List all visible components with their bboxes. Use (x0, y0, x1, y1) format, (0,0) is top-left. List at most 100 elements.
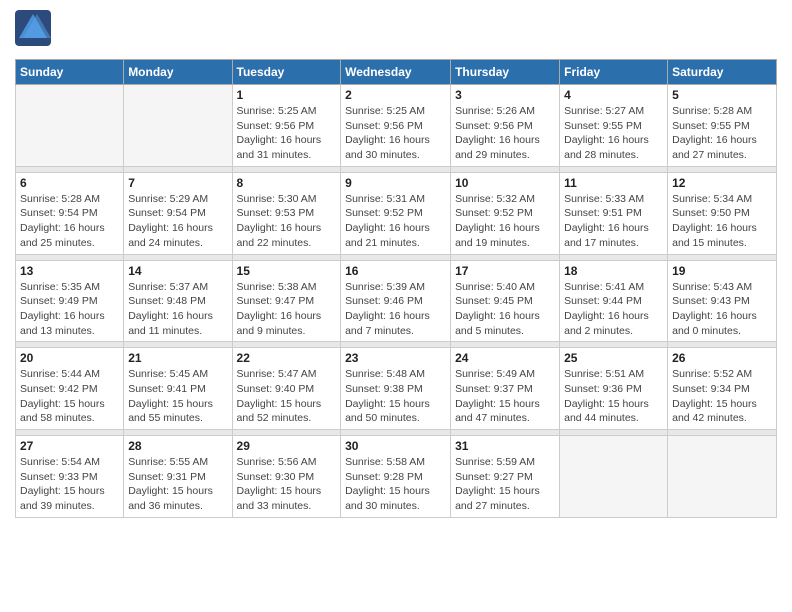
calendar-day-cell: 8Sunrise: 5:30 AM Sunset: 9:53 PM Daylig… (232, 172, 341, 254)
calendar-day-cell: 9 Sunrise: 5:31 AM Sunset: 9:52 PM Daylig… (341, 172, 451, 254)
calendar-day-cell: 11Sunrise: 5:33 AM Sunset: 9:51 PM Dayli… (560, 172, 668, 254)
day-info: Sunrise: 5:39 AM Sunset: 9:46 PM Dayligh… (345, 280, 446, 339)
day-info: Sunrise: 5:35 AM Sunset: 9:49 PM Dayligh… (20, 280, 119, 339)
calendar-day-cell: 19Sunrise: 5:43 AM Sunset: 9:43 PM Dayli… (668, 260, 777, 342)
day-number: 6 (20, 176, 119, 190)
calendar-day-cell: 17 Sunrise: 5:40 AM Sunset: 9:45 PM Dayli… (451, 260, 560, 342)
day-info: Sunrise: 5:29 AM Sunset: 9:54 PM Dayligh… (128, 192, 227, 251)
day-info: Sunrise: 5:40 AM Sunset: 9:45 PM Dayligh… (455, 280, 555, 339)
calendar-day-cell: 26 Sunrise: 5:52 AM Sunset: 9:34 PM Dayli… (668, 348, 777, 430)
day-number: 10 (455, 176, 555, 190)
calendar-day-cell: 18 Sunrise: 5:41 AM Sunset: 9:44 PM Dayli… (560, 260, 668, 342)
day-info: Sunrise: 5:26 AM Sunset: 9:56 PM Dayligh… (455, 104, 555, 163)
day-header-monday: Monday (124, 60, 232, 85)
calendar-day-cell: 28 Sunrise: 5:55 AM Sunset: 9:31 PM Dayli… (124, 436, 232, 518)
day-info: Sunrise: 5:55 AM Sunset: 9:31 PM Dayligh… (128, 455, 227, 514)
calendar-day-cell: 27 Sunrise: 5:54 AM Sunset: 9:33 PM Dayli… (16, 436, 124, 518)
day-number: 25 (564, 351, 663, 365)
day-number: 4 (564, 88, 663, 102)
calendar-week-row: 27 Sunrise: 5:54 AM Sunset: 9:33 PM Dayli… (16, 436, 777, 518)
day-header-thursday: Thursday (451, 60, 560, 85)
day-number: 28 (128, 439, 227, 453)
day-header-friday: Friday (560, 60, 668, 85)
calendar-day-cell: 23Sunrise: 5:48 AM Sunset: 9:38 PM Dayli… (341, 348, 451, 430)
day-header-tuesday: Tuesday (232, 60, 341, 85)
calendar-day-cell: 1 Sunrise: 5:25 AM Sunset: 9:56 PM Daylig… (232, 85, 341, 167)
calendar-day-cell: 20 Sunrise: 5:44 AM Sunset: 9:42 PM Dayli… (16, 348, 124, 430)
day-info: Sunrise: 5:59 AM Sunset: 9:27 PM Dayligh… (455, 455, 555, 514)
logo-icon (15, 10, 51, 46)
day-info: Sunrise: 5:51 AM Sunset: 9:36 PM Dayligh… (564, 367, 663, 426)
day-number: 5 (672, 88, 772, 102)
calendar-day-cell: 14 Sunrise: 5:37 AM Sunset: 9:48 PM Dayli… (124, 260, 232, 342)
day-number: 3 (455, 88, 555, 102)
day-info: Sunrise: 5:31 AM Sunset: 9:52 PM Dayligh… (345, 192, 446, 251)
calendar-day-cell: 25 Sunrise: 5:51 AM Sunset: 9:36 PM Dayli… (560, 348, 668, 430)
day-number: 21 (128, 351, 227, 365)
day-number: 17 (455, 264, 555, 278)
calendar-day-cell: 10 Sunrise: 5:32 AM Sunset: 9:52 PM Dayli… (451, 172, 560, 254)
day-number: 15 (237, 264, 337, 278)
day-number: 27 (20, 439, 119, 453)
calendar-day-cell (668, 436, 777, 518)
calendar-day-cell: 21 Sunrise: 5:45 AM Sunset: 9:41 PM Dayli… (124, 348, 232, 430)
calendar-day-cell: 2Sunrise: 5:25 AM Sunset: 9:56 PM Daylig… (341, 85, 451, 167)
calendar-day-cell: 12 Sunrise: 5:34 AM Sunset: 9:50 PM Dayli… (668, 172, 777, 254)
day-info: Sunrise: 5:32 AM Sunset: 9:52 PM Dayligh… (455, 192, 555, 251)
day-info: Sunrise: 5:38 AM Sunset: 9:47 PM Dayligh… (237, 280, 337, 339)
day-number: 24 (455, 351, 555, 365)
day-header-sunday: Sunday (16, 60, 124, 85)
calendar-day-cell: 29Sunrise: 5:56 AM Sunset: 9:30 PM Dayli… (232, 436, 341, 518)
calendar-week-row: 13 Sunrise: 5:35 AM Sunset: 9:49 PM Dayli… (16, 260, 777, 342)
day-info: Sunrise: 5:41 AM Sunset: 9:44 PM Dayligh… (564, 280, 663, 339)
calendar-day-cell (560, 436, 668, 518)
day-number: 9 (345, 176, 446, 190)
calendar-day-cell: 6 Sunrise: 5:28 AM Sunset: 9:54 PM Daylig… (16, 172, 124, 254)
calendar-day-cell (124, 85, 232, 167)
day-info: Sunrise: 5:27 AM Sunset: 9:55 PM Dayligh… (564, 104, 663, 163)
day-number: 7 (128, 176, 227, 190)
day-info: Sunrise: 5:49 AM Sunset: 9:37 PM Dayligh… (455, 367, 555, 426)
day-info: Sunrise: 5:58 AM Sunset: 9:28 PM Dayligh… (345, 455, 446, 514)
calendar-week-row: 1 Sunrise: 5:25 AM Sunset: 9:56 PM Daylig… (16, 85, 777, 167)
day-info: Sunrise: 5:45 AM Sunset: 9:41 PM Dayligh… (128, 367, 227, 426)
calendar-week-row: 20 Sunrise: 5:44 AM Sunset: 9:42 PM Dayli… (16, 348, 777, 430)
calendar-day-cell: 5 Sunrise: 5:28 AM Sunset: 9:55 PM Daylig… (668, 85, 777, 167)
day-number: 1 (237, 88, 337, 102)
calendar-week-row: 6 Sunrise: 5:28 AM Sunset: 9:54 PM Daylig… (16, 172, 777, 254)
day-info: Sunrise: 5:56 AM Sunset: 9:30 PM Dayligh… (237, 455, 337, 514)
page-header (15, 10, 777, 51)
calendar-day-cell: 3 Sunrise: 5:26 AM Sunset: 9:56 PM Daylig… (451, 85, 560, 167)
day-info: Sunrise: 5:28 AM Sunset: 9:55 PM Dayligh… (672, 104, 772, 163)
day-header-wednesday: Wednesday (341, 60, 451, 85)
calendar-table: SundayMondayTuesdayWednesdayThursdayFrid… (15, 59, 777, 518)
calendar-day-cell: 24 Sunrise: 5:49 AM Sunset: 9:37 PM Dayli… (451, 348, 560, 430)
day-number: 26 (672, 351, 772, 365)
day-number: 13 (20, 264, 119, 278)
day-number: 12 (672, 176, 772, 190)
calendar-day-cell: 7 Sunrise: 5:29 AM Sunset: 9:54 PM Daylig… (124, 172, 232, 254)
calendar-day-cell: 22 Sunrise: 5:47 AM Sunset: 9:40 PM Dayli… (232, 348, 341, 430)
day-info: Sunrise: 5:52 AM Sunset: 9:34 PM Dayligh… (672, 367, 772, 426)
day-info: Sunrise: 5:48 AM Sunset: 9:38 PM Dayligh… (345, 367, 446, 426)
day-info: Sunrise: 5:37 AM Sunset: 9:48 PM Dayligh… (128, 280, 227, 339)
day-number: 14 (128, 264, 227, 278)
day-header-saturday: Saturday (668, 60, 777, 85)
calendar-day-cell: 15 Sunrise: 5:38 AM Sunset: 9:47 PM Dayli… (232, 260, 341, 342)
day-number: 22 (237, 351, 337, 365)
day-info: Sunrise: 5:25 AM Sunset: 9:56 PM Dayligh… (237, 104, 337, 163)
day-number: 31 (455, 439, 555, 453)
day-number: 18 (564, 264, 663, 278)
calendar-day-cell: 4 Sunrise: 5:27 AM Sunset: 9:55 PM Daylig… (560, 85, 668, 167)
day-info: Sunrise: 5:47 AM Sunset: 9:40 PM Dayligh… (237, 367, 337, 426)
day-number: 20 (20, 351, 119, 365)
calendar-day-cell: 30Sunrise: 5:58 AM Sunset: 9:28 PM Dayli… (341, 436, 451, 518)
day-info: Sunrise: 5:44 AM Sunset: 9:42 PM Dayligh… (20, 367, 119, 426)
day-info: Sunrise: 5:25 AM Sunset: 9:56 PM Dayligh… (345, 104, 446, 163)
day-info: Sunrise: 5:54 AM Sunset: 9:33 PM Dayligh… (20, 455, 119, 514)
day-number: 16 (345, 264, 446, 278)
day-info: Sunrise: 5:34 AM Sunset: 9:50 PM Dayligh… (672, 192, 772, 251)
calendar-day-cell: 13 Sunrise: 5:35 AM Sunset: 9:49 PM Dayli… (16, 260, 124, 342)
day-info: Sunrise: 5:28 AM Sunset: 9:54 PM Dayligh… (20, 192, 119, 251)
calendar-day-cell: 31 Sunrise: 5:59 AM Sunset: 9:27 PM Dayli… (451, 436, 560, 518)
